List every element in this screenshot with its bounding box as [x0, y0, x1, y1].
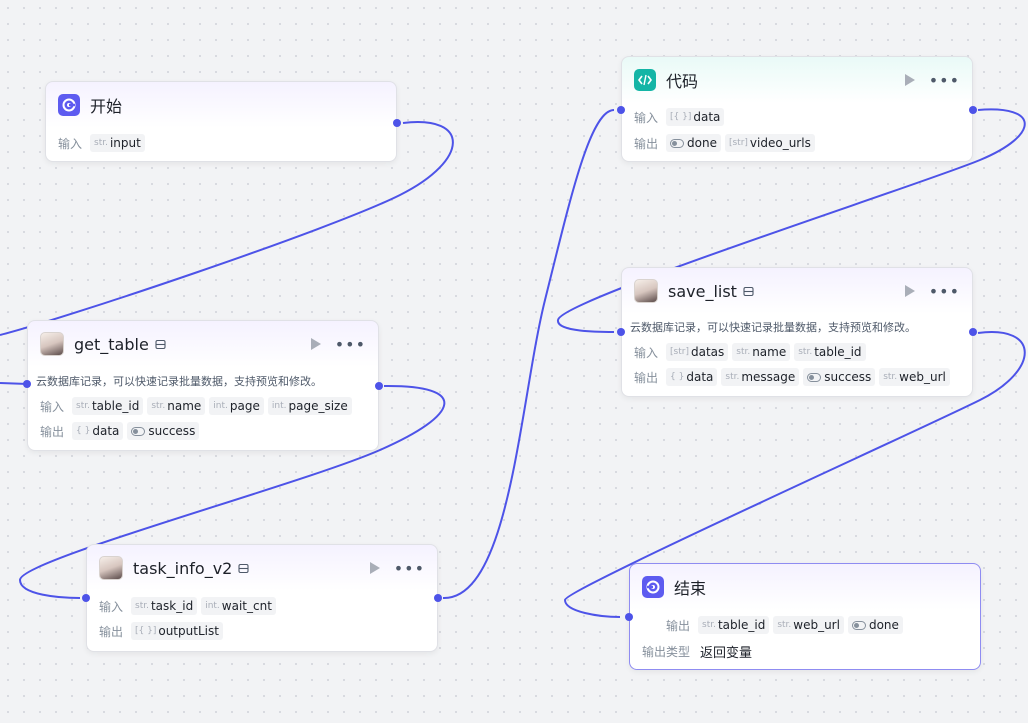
get-table-node[interactable]: get_table ••• 云数据库记录，可以快速记录批量数据，支持预览和修改。… [27, 320, 379, 451]
input-label: 输入 [634, 345, 659, 360]
get-table-output-handle[interactable] [375, 382, 383, 390]
input-param: str. name [732, 343, 791, 361]
save-list-node[interactable]: save_list ••• 云数据库记录，可以快速记录批量数据，支持预览和修改。… [621, 267, 973, 397]
output-param: [{ }] outputList [131, 622, 223, 640]
database-icon [238, 563, 249, 574]
input-param: str. table_id [72, 397, 144, 415]
input-param: str. task_id [131, 597, 198, 615]
play-icon[interactable] [904, 74, 915, 86]
avatar-icon [40, 332, 64, 356]
output-label: 输出 [634, 136, 659, 151]
input-param: int. wait_cnt [201, 597, 276, 615]
end-icon [642, 576, 664, 598]
task-info-title: task_info_v2 [133, 558, 233, 578]
task-info-node[interactable]: task_info_v2 ••• 输入 str. task_id int. wait… [86, 544, 438, 652]
output-param: success [127, 422, 200, 440]
output-param: str. web_url [773, 616, 844, 634]
database-icon [155, 339, 166, 350]
avatar-icon [634, 279, 658, 303]
input-param: int. page_size [267, 397, 352, 415]
output-label: 输出 [666, 618, 691, 633]
code-icon [634, 69, 656, 91]
output-param: [str] video_urls [724, 134, 815, 152]
code-node-title: 代码 [666, 72, 699, 91]
input-param: [str] datas [666, 343, 729, 361]
toggle-icon [807, 372, 822, 382]
avatar-icon [99, 556, 123, 580]
save-list-description: 云数据库记录，可以快速记录批量数据，支持预览和修改。 [630, 321, 916, 334]
play-icon[interactable] [369, 562, 380, 574]
output-param: str. table_id [698, 616, 770, 634]
task-info-output-handle[interactable] [434, 594, 442, 602]
save-list-input-handle[interactable] [617, 328, 625, 336]
toggle-icon [851, 620, 866, 630]
input-param: str. table_id [794, 343, 866, 361]
output-label: 输出 [634, 370, 659, 385]
input-label: 输入 [634, 110, 659, 125]
input-param: int. page [209, 397, 264, 415]
output-param: str. web_url [879, 368, 950, 386]
input-label: 输入 [99, 599, 124, 614]
output-type-value: 返回变量 [700, 645, 753, 661]
output-param: done [666, 134, 721, 152]
toggle-icon [131, 426, 146, 436]
input-param: str. input [90, 134, 145, 152]
save-list-output-handle[interactable] [969, 328, 977, 336]
code-node[interactable]: 代码 ••• 输入 [{ }] data 输出 done [str] video_u… [621, 56, 973, 162]
output-param: str. message [721, 368, 800, 386]
output-param: success [803, 368, 876, 386]
play-icon[interactable] [904, 285, 915, 297]
output-type-label: 输出类型 [642, 644, 691, 659]
more-icon[interactable]: ••• [929, 71, 960, 90]
task-info-input-handle[interactable] [82, 594, 90, 602]
get-table-input-handle[interactable] [23, 380, 31, 388]
output-param: { } data [72, 422, 124, 440]
input-label: 输入 [58, 136, 83, 151]
output-param: { } data [666, 368, 718, 386]
get-table-description: 云数据库记录，可以快速记录批量数据，支持预览和修改。 [36, 375, 322, 388]
more-icon[interactable]: ••• [394, 559, 425, 578]
code-input-handle[interactable] [617, 106, 625, 114]
start-output-handle[interactable] [393, 119, 401, 127]
save-list-title: save_list [668, 281, 737, 301]
input-param: [{ }] data [666, 108, 725, 126]
input-label: 输入 [40, 399, 65, 414]
output-label: 输出 [99, 624, 124, 639]
output-label: 输出 [40, 424, 65, 439]
more-icon[interactable]: ••• [335, 335, 366, 354]
play-icon[interactable] [310, 338, 321, 350]
toggle-icon [670, 138, 685, 148]
more-icon[interactable]: ••• [929, 282, 960, 301]
output-param: done [847, 616, 903, 634]
end-node-title: 结束 [674, 579, 707, 598]
end-input-handle[interactable] [625, 613, 633, 621]
input-param: str. name [147, 397, 206, 415]
start-node[interactable]: 开始 输入 str. input [45, 81, 397, 162]
start-node-title: 开始 [90, 97, 123, 116]
start-icon [58, 94, 80, 116]
end-node[interactable]: 结束 输出 str. table_id str. web_url done 输出类型… [629, 563, 981, 670]
code-output-handle[interactable] [969, 106, 977, 114]
database-icon [743, 286, 754, 297]
get-table-title: get_table [74, 334, 149, 354]
edge-task-info-to-code[interactable] [442, 109, 615, 600]
